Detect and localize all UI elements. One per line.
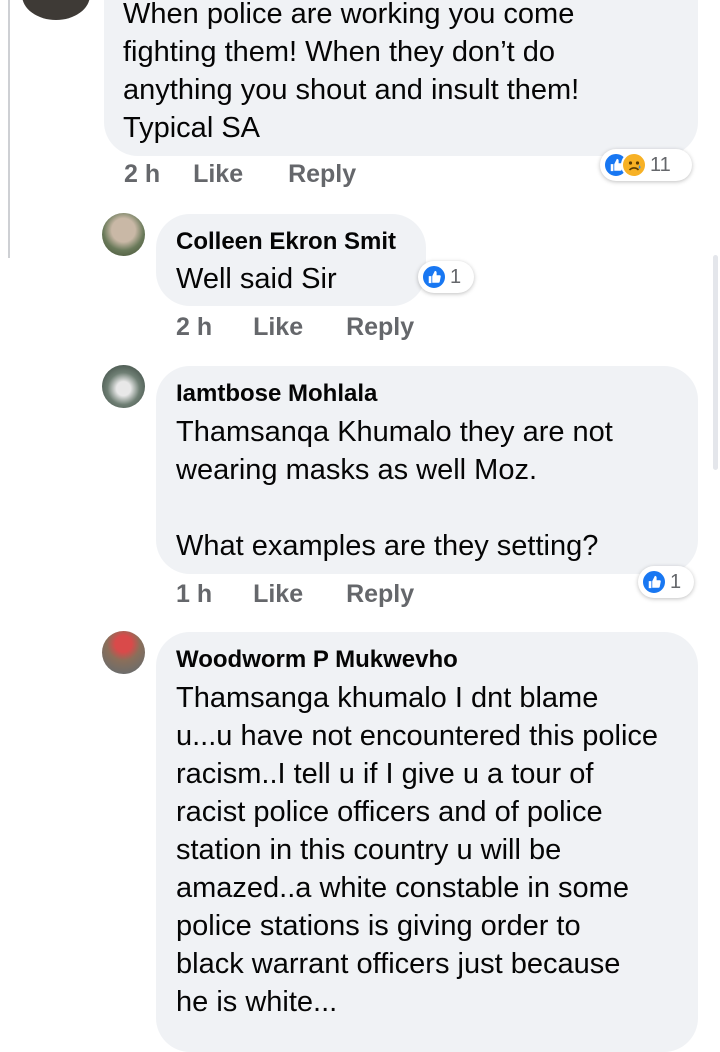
reaction-summary[interactable]: 1 xyxy=(418,261,474,293)
like-icon xyxy=(421,264,447,290)
avatar[interactable] xyxy=(102,631,145,674)
avatar[interactable] xyxy=(102,213,145,256)
like-button[interactable]: Like xyxy=(193,160,243,189)
comment-author[interactable]: Colleen Ekron Smit xyxy=(176,228,396,256)
comment-actions: 1 h Like Reply xyxy=(176,580,414,609)
comment-text: Well said Sir xyxy=(176,263,337,295)
comment-text: Thamsanqa Khumalo they are not wearing m… xyxy=(176,416,613,562)
reaction-count: 11 xyxy=(650,153,671,176)
thread-line xyxy=(8,0,10,258)
like-icon xyxy=(641,569,667,595)
comment-text: When police are working you come fightin… xyxy=(123,0,580,144)
reply-button[interactable]: Reply xyxy=(288,160,356,189)
reaction-summary[interactable]: 11 xyxy=(600,149,692,181)
scrollbar[interactable] xyxy=(713,255,718,470)
sad-icon xyxy=(621,152,647,178)
comment-time[interactable]: 2 h xyxy=(124,160,160,189)
reaction-summary[interactable]: 1 xyxy=(638,566,694,598)
like-button[interactable]: Like xyxy=(253,313,303,342)
comment-actions: 2 h Like Reply xyxy=(176,313,414,342)
reply-button[interactable]: Reply xyxy=(346,580,414,609)
like-button[interactable]: Like xyxy=(253,580,303,609)
avatar[interactable] xyxy=(102,365,145,408)
reaction-count: 1 xyxy=(450,265,462,288)
comment-text: Thamsanga khumalo I dnt blame u...u have… xyxy=(176,682,659,1018)
reply-button[interactable]: Reply xyxy=(346,313,414,342)
comment-author[interactable]: Iamtbose Mohlala xyxy=(176,380,377,408)
comment-time[interactable]: 1 h xyxy=(176,580,212,609)
comment-time[interactable]: 2 h xyxy=(176,313,212,342)
avatar[interactable] xyxy=(22,0,90,20)
comment-author[interactable]: Woodworm P Mukwevho xyxy=(176,646,458,674)
reaction-count: 1 xyxy=(670,570,682,593)
comment-actions: 2 h Like Reply xyxy=(124,160,356,189)
